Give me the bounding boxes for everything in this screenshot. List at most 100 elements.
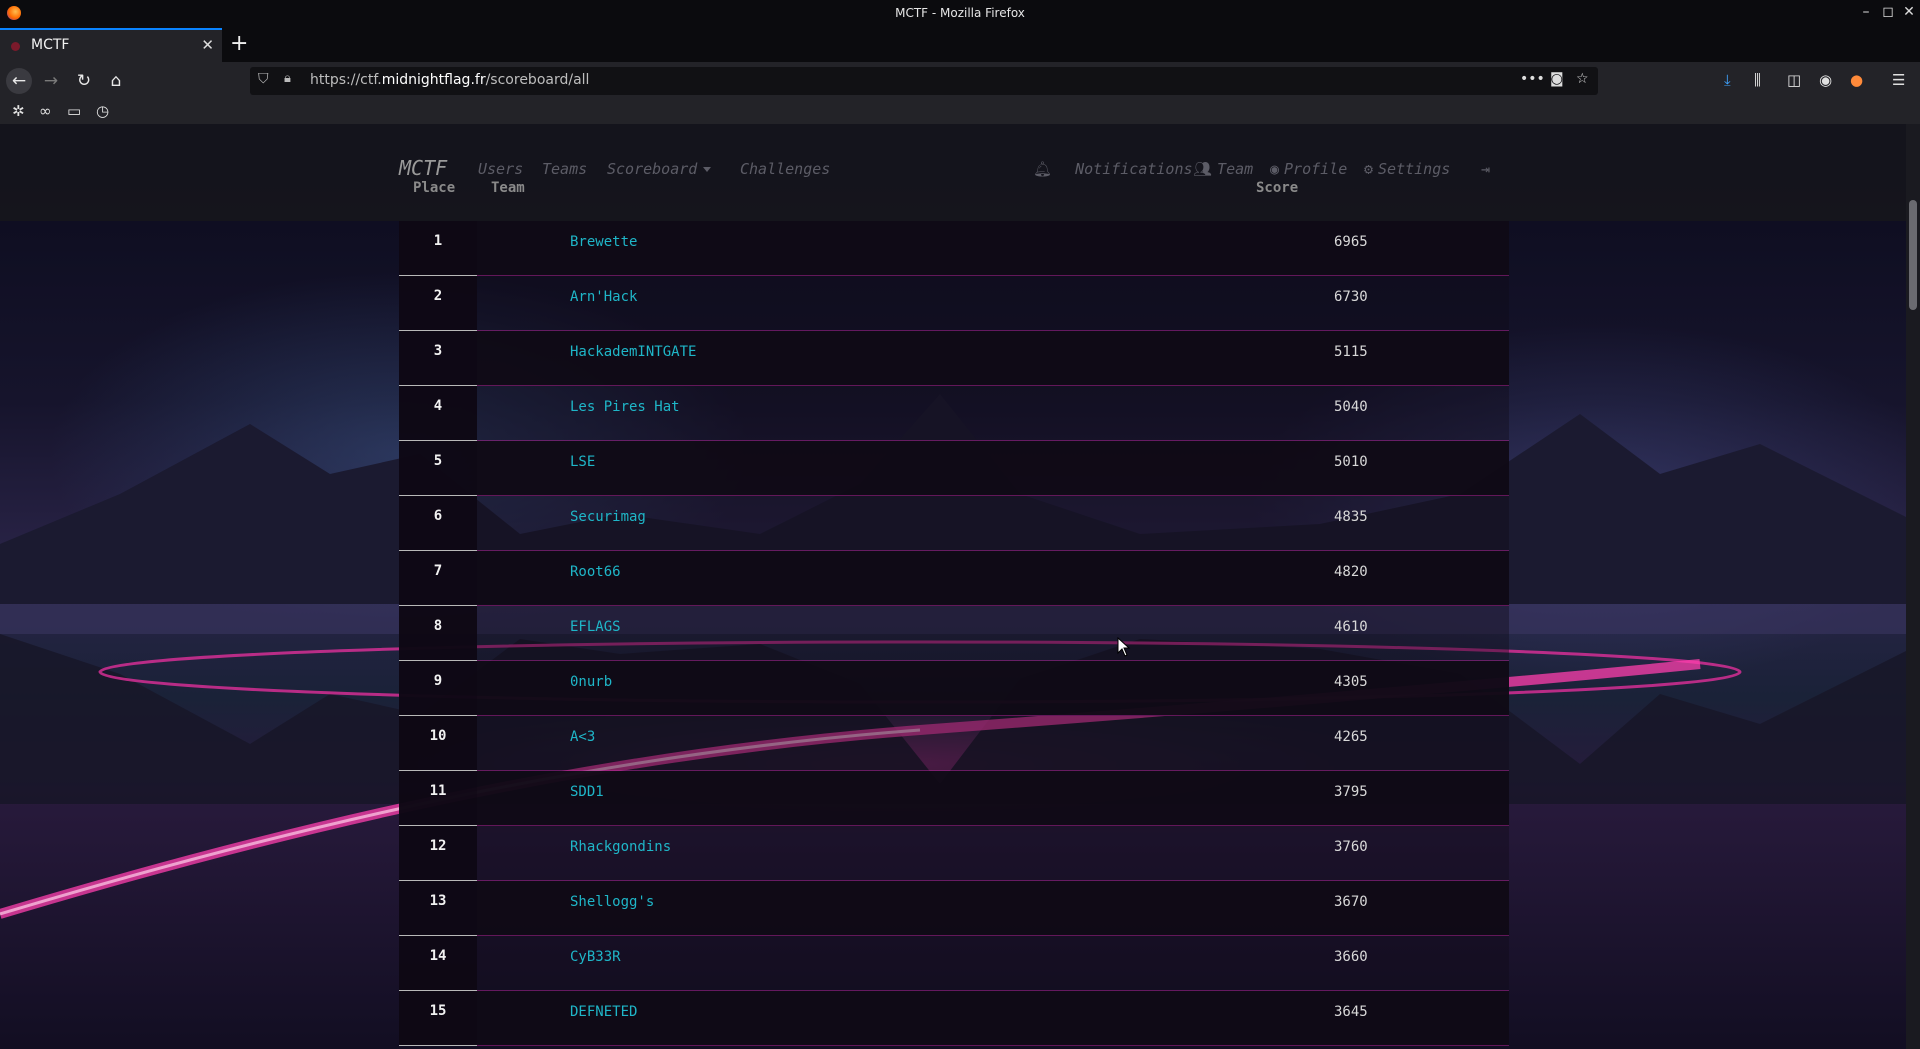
- browser-tab-active[interactable]: MCTF ✕: [0, 28, 222, 62]
- team-score: 5010: [1334, 454, 1368, 470]
- row-place: 5: [399, 441, 477, 496]
- pocket-icon[interactable]: ◙: [1550, 71, 1564, 87]
- tab-bar: MCTF ✕ +: [0, 28, 1920, 62]
- team-link[interactable]: Root66: [570, 564, 621, 580]
- nav-users-link[interactable]: Users: [478, 160, 523, 178]
- table-row: 11 SDD1 3795: [399, 771, 1509, 826]
- table-row: 7 Root66 4820: [399, 551, 1509, 606]
- team-link[interactable]: DEFNETED: [570, 1004, 637, 1020]
- team-score: 3645: [1334, 1004, 1368, 1020]
- row-body: SDD1 3795: [477, 771, 1509, 826]
- page-scrollbar[interactable]: [1906, 124, 1920, 1049]
- tab-close-icon[interactable]: ✕: [201, 36, 214, 54]
- scoreboard-table: 1 Brewette 6965 2 Arn'Hack 6730 3 HackademINTGA…: [399, 221, 1509, 1046]
- nav-teams-link[interactable]: Teams: [542, 160, 587, 178]
- incognito-icon[interactable]: ∞: [39, 102, 52, 120]
- nav-team-link[interactable]: 👥︎ Team: [1193, 160, 1253, 178]
- team-link[interactable]: 0nurb: [570, 674, 612, 690]
- table-row: 10 A<3 4265: [399, 716, 1509, 771]
- team-score: 3795: [1334, 784, 1368, 800]
- team-link[interactable]: Arn'Hack: [570, 289, 637, 305]
- nav-profile-link[interactable]: ◉ Profile: [1270, 160, 1347, 178]
- bookmarks-toolbar: ✲ ∞ ▭ ◷: [0, 100, 1920, 124]
- tracking-shield-icon[interactable]: ⛉: [258, 71, 269, 87]
- row-place: 7: [399, 551, 477, 606]
- row-place: 4: [399, 386, 477, 441]
- team-score: 5040: [1334, 399, 1368, 415]
- team-link[interactable]: Shellogg's: [570, 894, 654, 910]
- maximize-icon[interactable]: ◻: [1880, 4, 1896, 20]
- sidebar-icon[interactable]: ◫: [1787, 71, 1801, 89]
- library-icon[interactable]: ⫼: [1754, 71, 1761, 89]
- team-score: 4835: [1334, 509, 1368, 525]
- team-link[interactable]: Rhackgondins: [570, 839, 671, 855]
- table-row: 8 EFLAGS 4610: [399, 606, 1509, 661]
- row-body: Root66 4820: [477, 551, 1509, 606]
- page-actions-icon[interactable]: •••: [1520, 71, 1545, 87]
- column-header-team: Team: [491, 180, 525, 196]
- tab-title: MCTF: [31, 37, 70, 53]
- nav-scoreboard-dropdown[interactable]: Scoreboard: [607, 160, 712, 178]
- downloads-icon[interactable]: ⤓: [1724, 71, 1731, 89]
- team-link[interactable]: LSE: [570, 454, 595, 470]
- row-body: Les Pires Hat 5040: [477, 386, 1509, 441]
- row-body: CyB33R 3660: [477, 936, 1509, 991]
- table-row: 4 Les Pires Hat 5040: [399, 386, 1509, 441]
- menu-hamburger-icon[interactable]: ☰: [1892, 71, 1905, 89]
- forward-arrow-icon[interactable]: →: [38, 68, 64, 94]
- close-window-icon[interactable]: ✕: [1901, 4, 1917, 20]
- scrollbar-thumb[interactable]: [1909, 200, 1917, 310]
- folder-icon[interactable]: ▭: [67, 102, 81, 120]
- team-link[interactable]: Brewette: [570, 234, 637, 250]
- team-link[interactable]: Les Pires Hat: [570, 399, 680, 415]
- url-text[interactable]: https://ctf.midnightflag.fr/scoreboard/a…: [310, 72, 589, 88]
- chevron-down-icon: [703, 167, 712, 172]
- team-link[interactable]: CyB33R: [570, 949, 621, 965]
- users-icon: 👥︎: [1193, 160, 1213, 178]
- extension-icon[interactable]: ●: [1850, 71, 1863, 89]
- row-place: 8: [399, 606, 477, 661]
- row-body: Brewette 6965: [477, 221, 1509, 276]
- mouse-cursor-icon: [1117, 637, 1131, 657]
- team-score: 4265: [1334, 729, 1368, 745]
- table-row: 5 LSE 5010: [399, 441, 1509, 496]
- address-bar[interactable]: ⛉ 🔒︎ https://ctf.midnightflag.fr/scorebo…: [250, 67, 1598, 95]
- window-title: MCTF - Mozilla Firefox: [895, 6, 1025, 20]
- lock-icon[interactable]: 🔒︎: [284, 71, 291, 86]
- team-score: 4610: [1334, 619, 1368, 635]
- row-body: LSE 5010: [477, 441, 1509, 496]
- bookmark-star-icon[interactable]: ☆: [1576, 71, 1589, 87]
- team-score: 6965: [1334, 234, 1368, 250]
- table-row: 9 0nurb 4305: [399, 661, 1509, 716]
- nav-settings-link[interactable]: ⚙ Settings: [1364, 160, 1450, 178]
- table-row: 12 Rhackgondins 3760: [399, 826, 1509, 881]
- team-score: 3760: [1334, 839, 1368, 855]
- home-icon[interactable]: ⌂: [103, 68, 129, 94]
- column-header-place: Place: [413, 180, 456, 196]
- team-link[interactable]: SDD1: [570, 784, 604, 800]
- site-navbar: MCTF Users Teams Scoreboard Challenges 🔔…: [0, 124, 1920, 221]
- history-clock-icon[interactable]: ◷: [96, 102, 109, 120]
- new-tab-icon[interactable]: +: [230, 31, 248, 56]
- back-arrow-icon[interactable]: ←: [6, 68, 32, 94]
- row-place: 14: [399, 936, 477, 991]
- reload-icon[interactable]: ↻: [71, 68, 97, 94]
- nav-notifications-link[interactable]: 🔔︎ Notifications: [1033, 160, 1193, 178]
- row-place: 12: [399, 826, 477, 881]
- team-link[interactable]: A<3: [570, 729, 595, 745]
- table-row: 3 HackademINTGATE 5115: [399, 331, 1509, 386]
- account-icon[interactable]: ◉: [1819, 71, 1832, 89]
- nav-challenges-link[interactable]: Challenges: [740, 160, 830, 178]
- row-body: Shellogg's 3670: [477, 881, 1509, 936]
- team-score: 3660: [1334, 949, 1368, 965]
- row-place: 3: [399, 331, 477, 386]
- team-link[interactable]: EFLAGS: [570, 619, 621, 635]
- team-link[interactable]: Securimag: [570, 509, 646, 525]
- settings-gear-icon[interactable]: ✲: [12, 102, 25, 120]
- row-place: 9: [399, 661, 477, 716]
- team-link[interactable]: HackademINTGATE: [570, 344, 696, 360]
- tab-favicon-icon: [11, 42, 20, 51]
- site-brand[interactable]: MCTF: [399, 156, 447, 180]
- minimize-icon[interactable]: –: [1858, 4, 1874, 20]
- logout-icon[interactable]: ⇥: [1481, 160, 1490, 178]
